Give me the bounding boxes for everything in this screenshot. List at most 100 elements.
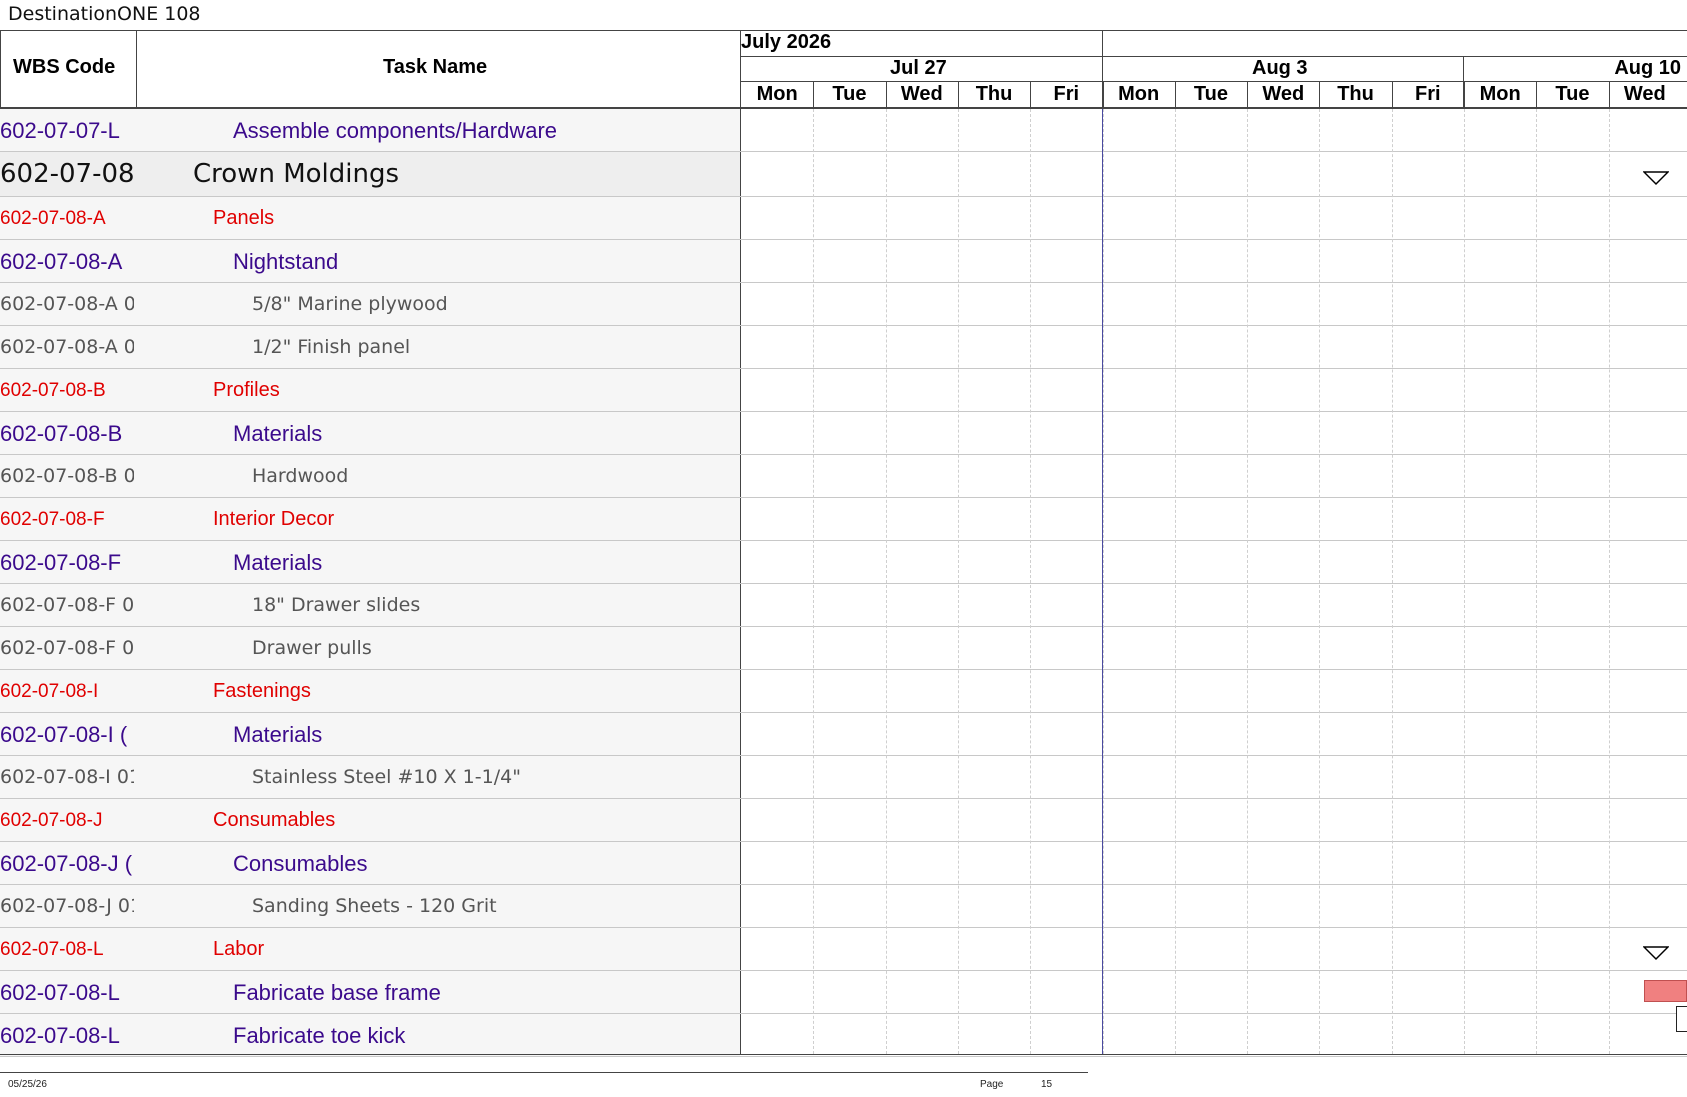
task-name-cell[interactable]: Hardwood <box>252 455 736 498</box>
wbs-code-cell[interactable]: 602-07-08-J 01 <box>0 885 134 928</box>
task-bar-outline[interactable] <box>1676 1006 1687 1032</box>
gantt-day-gridline <box>1609 109 1610 1054</box>
timeline-day-divider <box>1464 81 1465 108</box>
timeline-day-divider <box>813 81 814 108</box>
task-name-cell[interactable]: Fabricate base frame <box>233 971 736 1014</box>
gantt-day-gridline <box>1392 109 1393 1054</box>
timeline-day-divider <box>1536 81 1537 108</box>
task-column-header[interactable]: Task Name <box>383 56 487 79</box>
timeline-day-divider <box>886 81 887 108</box>
footer-page-label: Page <box>980 1079 1004 1090</box>
timeline-day-divider <box>1319 81 1320 108</box>
timeline-day-divider <box>1392 81 1393 108</box>
timeline-day-label: Thu <box>975 83 1013 105</box>
wbs-code-cell[interactable]: 602-07-08-F <box>0 498 134 541</box>
wbs-column-header[interactable]: WBS Code <box>13 56 115 79</box>
timeline-day-label: Wed <box>1262 83 1305 105</box>
wbs-code-cell[interactable]: 602-07-08-L <box>0 971 134 1014</box>
task-name-cell[interactable]: Materials <box>233 412 736 455</box>
wbs-code-cell[interactable]: 602-07-08-F 0 <box>0 584 134 627</box>
wbs-code-cell[interactable]: 602-07-08-A 0 <box>0 326 134 369</box>
footer-page-number: 15 <box>1041 1079 1053 1090</box>
footer-rule <box>0 1072 1088 1073</box>
gantt-day-gridline <box>958 109 959 1054</box>
task-name-cell[interactable]: Materials <box>233 713 736 756</box>
wbs-code-cell[interactable]: 602-07-08-L <box>0 1014 134 1057</box>
status-date-line <box>1102 109 1103 1055</box>
task-name-cell[interactable]: Fabricate toe kick <box>233 1014 736 1057</box>
timeline-day-label: Wed <box>1623 83 1666 105</box>
gantt-day-gridline <box>1103 109 1104 1054</box>
task-name-cell[interactable]: Assemble components/Hardware <box>233 109 736 152</box>
timeline-day-divider <box>958 81 959 108</box>
task-name-cell[interactable]: 1/2" Finish panel <box>252 326 736 369</box>
wbs-code-cell[interactable]: 602-07-08-J ( <box>0 842 134 885</box>
document-title: DestinationONE 108 <box>8 3 201 25</box>
gantt-day-gridline <box>1536 109 1537 1054</box>
task-name-cell[interactable]: Drawer pulls <box>252 627 736 670</box>
task-column-divider <box>740 30 741 1055</box>
timeline-week-label: Aug 10 <box>1614 57 1681 79</box>
timeline-week-label: Aug 3 <box>1252 57 1308 79</box>
task-name-cell[interactable]: Sanding Sheets - 120 Grit <box>252 885 736 928</box>
wbs-code-cell[interactable]: 602-07-08-B <box>0 369 134 412</box>
timeline-day-divider <box>1103 81 1104 108</box>
task-name-cell[interactable]: Consumables <box>233 842 736 885</box>
wbs-code-cell[interactable]: 602-07-08-J <box>0 799 134 842</box>
summary-marker-icon <box>1643 171 1669 186</box>
wbs-code-cell[interactable]: 602-07-08-A <box>0 197 134 240</box>
timeline-day-label: Mon <box>756 83 798 105</box>
timeline-day-label: Tue <box>1193 83 1228 105</box>
wbs-code-cell[interactable]: 602-07-08 <box>0 152 134 197</box>
timeline-day-label: Thu <box>1337 83 1374 105</box>
task-name-cell[interactable]: 18" Drawer slides <box>252 584 736 627</box>
gantt-day-gridline <box>1464 109 1465 1054</box>
task-name-cell[interactable]: Profiles <box>213 369 736 412</box>
wbs-code-cell[interactable]: 602-07-08-L <box>0 928 134 971</box>
timeline-day-divider <box>1247 81 1248 108</box>
timeline-day-label: Mon <box>1479 83 1521 105</box>
timeline-day-divider <box>1175 81 1176 108</box>
summary-marker-icon <box>1643 946 1669 961</box>
wbs-code-cell[interactable]: 602-07-08-I 01 <box>0 756 134 799</box>
timeline-day-label: Tue <box>832 83 867 105</box>
task-name-cell[interactable]: Stainless Steel #10 X 1-1/4" <box>252 756 736 799</box>
wbs-code-cell[interactable]: 602-07-08-A <box>0 240 134 283</box>
wbs-code-cell[interactable]: 602-07-08-I <box>0 670 134 713</box>
gantt-day-gridline <box>1319 109 1320 1054</box>
gantt-day-gridline <box>1175 109 1176 1054</box>
header-top-line <box>0 30 1687 31</box>
timeline-day-label: Wed <box>900 83 943 105</box>
timeline-month-line <box>740 56 1687 57</box>
timeline-day-label: Fri <box>1415 83 1441 105</box>
wbs-code-cell[interactable]: 602-07-08-A 0 <box>0 283 134 326</box>
task-name-cell[interactable]: Consumables <box>213 799 736 842</box>
gantt-day-gridline <box>1247 109 1248 1054</box>
task-name-cell[interactable]: Materials <box>233 541 736 584</box>
timeline-day-label: Fri <box>1053 83 1080 105</box>
wbs-code-cell[interactable]: 602-07-07-L <box>0 109 134 152</box>
task-name-cell[interactable]: Interior Decor <box>213 498 736 541</box>
timeline-week-line <box>740 81 1687 82</box>
task-name-cell[interactable]: Fastenings <box>213 670 736 713</box>
timeline-month-label: July 2026 <box>741 31 832 53</box>
timeline-week-label: Jul 27 <box>890 57 947 79</box>
task-name-cell[interactable]: Nightstand <box>233 240 736 283</box>
task-name-cell[interactable]: Panels <box>213 197 736 240</box>
row-divider <box>0 1056 1687 1057</box>
task-bar[interactable] <box>1644 980 1687 1002</box>
timeline-day-label: Tue <box>1555 83 1590 105</box>
timeline-day-divider <box>1030 81 1031 108</box>
task-name-cell[interactable]: 5/8" Marine plywood <box>252 283 736 326</box>
timeline-day-label: Mon <box>1118 83 1160 105</box>
task-name-cell[interactable]: Crown Moldings <box>193 152 736 197</box>
task-name-cell[interactable]: Labor <box>213 928 736 971</box>
wbs-code-cell[interactable]: 602-07-08-F 0 <box>0 627 134 670</box>
wbs-code-cell[interactable]: 602-07-08-I ( <box>0 713 134 756</box>
wbs-code-cell[interactable]: 602-07-08-B <box>0 412 134 455</box>
gantt-day-gridline <box>886 109 887 1054</box>
gantt-day-gridline <box>1030 109 1031 1054</box>
wbs-code-cell[interactable]: 602-07-08-B 0 <box>0 455 134 498</box>
wbs-code-cell[interactable]: 602-07-08-F <box>0 541 134 584</box>
table-bottom-line <box>0 1054 1687 1055</box>
